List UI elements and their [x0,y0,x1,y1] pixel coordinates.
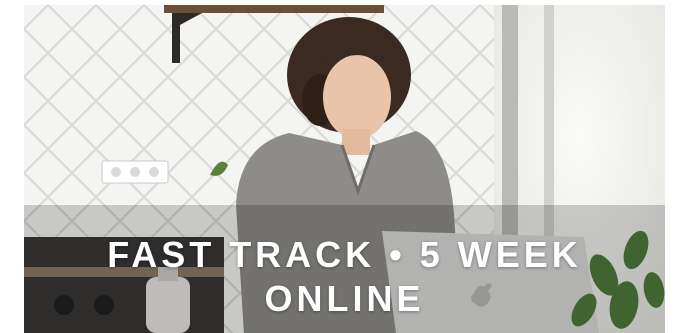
hero-banner[interactable]: FAST TRACK • 5 WEEK ONLINE [24,5,665,333]
woman-face [323,55,391,139]
shelf [164,5,384,13]
hero-title-line-2: ONLINE [264,278,425,319]
hero-title-line-1: FAST TRACK • 5 WEEK [107,234,582,275]
hero-title: FAST TRACK • 5 WEEK ONLINE [24,233,665,321]
